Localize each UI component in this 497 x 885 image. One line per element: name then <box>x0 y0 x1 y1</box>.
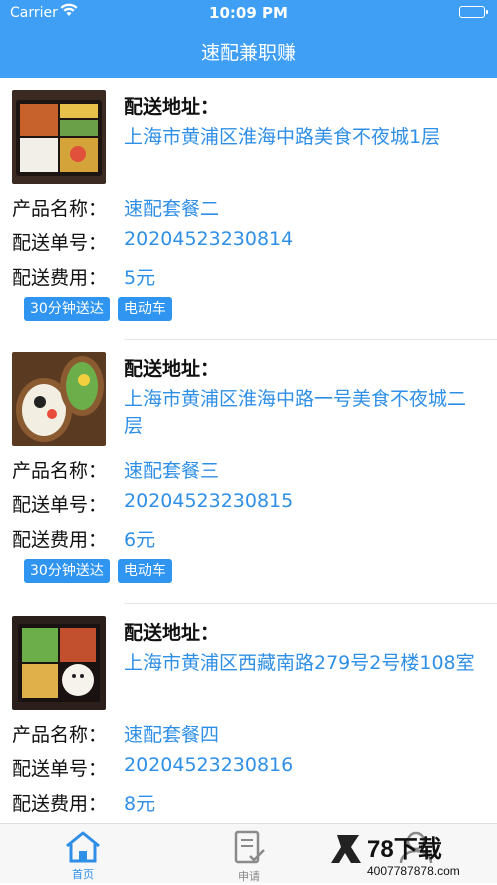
watermark-site: 4007787878.com <box>367 864 460 878</box>
tag-delivery-time: 30分钟送达 <box>24 559 110 583</box>
order-label: 配送单号： <box>12 232 108 254</box>
order-number: 20204523230814 <box>124 228 294 250</box>
product-row: 产品名称： 速配套餐二 <box>12 194 219 221</box>
page-title: 速配兼职赚 <box>200 42 296 64</box>
home-icon <box>66 831 100 863</box>
app-header: Carrier 10:09 PM 速配兼职赚 <box>0 0 497 78</box>
order-number: 20204523230816 <box>124 754 294 776</box>
order-number: 20204523230815 <box>124 490 294 512</box>
food-image <box>12 352 106 446</box>
watermark: 78下载 4007787878.com <box>331 827 491 881</box>
order-row: 配送单号： 20204523230814 <box>12 228 293 255</box>
fee-label: 配送费用： <box>12 793 108 815</box>
order-list[interactable]: 配送地址： 上海市黄浦区淮海中路美食不夜城1层 产品名称： 速配套餐二 配送单号：… <box>0 78 497 823</box>
fee-row: 配送费用： 5元 <box>12 263 155 290</box>
fee-row: 配送费用： 6元 <box>12 525 155 552</box>
fee-value: 8元 <box>124 793 156 815</box>
food-image <box>12 616 106 710</box>
product-value: 速配套餐四 <box>124 724 220 746</box>
fee-row: 配送费用： 8元 <box>12 789 155 816</box>
product-row: 产品名称： 速配套餐四 <box>12 720 219 747</box>
order-card[interactable]: 配送地址： 上海市黄浦区西藏南路279号2号楼108室 产品名称： 速配套餐四 配… <box>0 604 497 823</box>
tag-delivery-time: 30分钟送达 <box>24 297 110 321</box>
clock: 10:09 PM <box>209 4 288 22</box>
product-row: 产品名称： 速配套餐三 <box>12 456 219 483</box>
address-value: 上海市黄浦区淮海中路一号美食不夜城二层 <box>124 388 467 437</box>
tab-home-label: 首页 <box>72 868 94 881</box>
product-label: 产品名称： <box>12 460 108 482</box>
product-label: 产品名称： <box>12 724 108 746</box>
food-image <box>12 90 106 184</box>
order-label: 配送单号： <box>12 758 108 780</box>
product-label: 产品名称： <box>12 198 108 220</box>
fee-value: 6元 <box>124 529 156 551</box>
product-value: 速配套餐二 <box>124 198 220 220</box>
tag-list: 30分钟送达 电动车 <box>24 297 172 321</box>
tab-apply[interactable]: 申请 <box>209 830 289 884</box>
order-row: 配送单号： 20204523230815 <box>12 490 293 517</box>
order-card[interactable]: 配送地址： 上海市黄浦区淮海中路美食不夜城1层 产品名称： 速配套餐二 配送单号：… <box>0 78 497 340</box>
tag-vehicle: 电动车 <box>117 559 172 583</box>
product-value: 速配套餐三 <box>124 460 220 482</box>
fee-value: 5元 <box>124 267 156 289</box>
battery-icon <box>459 6 488 18</box>
order-row: 配送单号： 20204523230816 <box>12 754 293 781</box>
order-card[interactable]: 配送地址： 上海市黄浦区淮海中路一号美食不夜城二层 产品名称： 速配套餐三 配送单… <box>0 340 497 604</box>
tab-home[interactable]: 首页 <box>43 830 123 882</box>
status-bar: Carrier 10:09 PM <box>0 0 497 26</box>
address-label: 配送地址： <box>124 96 220 118</box>
watermark-brand: 78下载 <box>367 836 442 863</box>
tag-vehicle: 电动车 <box>117 297 172 321</box>
tab-apply-label: 申请 <box>238 870 260 883</box>
fee-label: 配送费用： <box>12 267 108 289</box>
tag-list: 30分钟送达 电动车 <box>24 559 172 583</box>
address-label: 配送地址： <box>124 358 220 380</box>
fee-label: 配送费用： <box>12 529 108 551</box>
address-value: 上海市黄浦区淮海中路美食不夜城1层 <box>124 126 441 148</box>
order-label: 配送单号： <box>12 494 108 516</box>
address-label: 配送地址： <box>124 622 220 644</box>
document-check-icon <box>234 830 265 864</box>
address-value: 上海市黄浦区西藏南路279号2号楼108室 <box>124 652 475 674</box>
